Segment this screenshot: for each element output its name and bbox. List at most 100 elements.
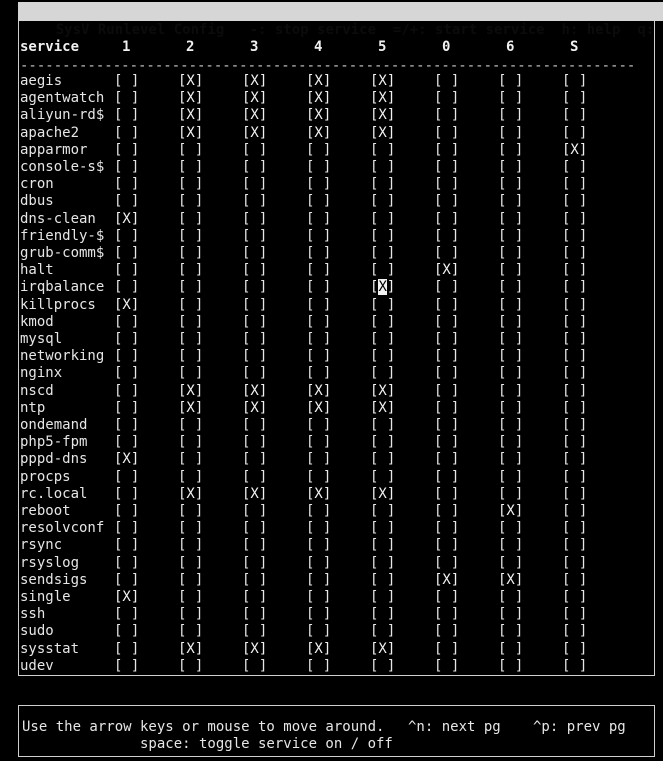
runlevel-checkbox[interactable]: [ ]	[306, 365, 331, 381]
runlevel-checkbox[interactable]: [ ]	[434, 537, 459, 553]
runlevel-checkbox[interactable]: [ ]	[178, 572, 203, 588]
service-name[interactable]: sysstat	[20, 641, 79, 657]
runlevel-checkbox[interactable]: [ ]	[178, 469, 203, 485]
runlevel-checkbox[interactable]: [ ]	[178, 658, 203, 674]
runlevel-checkbox[interactable]: [ ]	[562, 486, 587, 502]
runlevel-checkbox[interactable]: [ ]	[434, 589, 459, 605]
service-name[interactable]: rsync	[20, 537, 62, 553]
runlevel-checkbox[interactable]: [ ]	[434, 383, 459, 399]
runlevel-checkbox[interactable]: [ ]	[306, 469, 331, 485]
runlevel-checkbox[interactable]: [ ]	[562, 623, 587, 639]
runlevel-checkbox[interactable]: [ ]	[114, 245, 139, 261]
runlevel-checkbox[interactable]: [ ]	[178, 262, 203, 278]
runlevel-checkbox[interactable]: [ ]	[370, 142, 395, 158]
runlevel-checkbox[interactable]: [ ]	[242, 623, 267, 639]
runlevel-checkbox[interactable]: [ ]	[498, 211, 523, 227]
runlevel-checkbox[interactable]: [ ]	[306, 297, 331, 313]
runlevel-checkbox[interactable]: [ ]	[178, 503, 203, 519]
service-name[interactable]: console-s$	[20, 159, 104, 175]
runlevel-checkbox[interactable]: [ ]	[562, 245, 587, 261]
service-name[interactable]: nscd	[20, 383, 54, 399]
runlevel-checkbox[interactable]: [ ]	[562, 228, 587, 244]
service-name[interactable]: aliyun-rd$	[20, 107, 104, 123]
runlevel-checkbox[interactable]: [ ]	[242, 193, 267, 209]
runlevel-checkbox[interactable]: [X]	[306, 641, 331, 657]
runlevel-checkbox[interactable]: [ ]	[114, 658, 139, 674]
runlevel-checkbox[interactable]: [ ]	[370, 451, 395, 467]
runlevel-checkbox[interactable]: [ ]	[114, 90, 139, 106]
runlevel-checkbox[interactable]: [ ]	[242, 365, 267, 381]
service-name[interactable]: single	[20, 589, 71, 605]
runlevel-checkbox[interactable]: [ ]	[114, 606, 139, 622]
runlevel-checkbox[interactable]: [ ]	[370, 365, 395, 381]
runlevel-checkbox[interactable]: [ ]	[562, 520, 587, 536]
runlevel-checkbox[interactable]: [X]	[242, 107, 267, 123]
runlevel-checkbox[interactable]: [ ]	[434, 520, 459, 536]
runlevel-checkbox[interactable]: [ ]	[306, 623, 331, 639]
runlevel-checkbox[interactable]: [X]	[242, 90, 267, 106]
runlevel-checkbox[interactable]: [ ]	[434, 623, 459, 639]
runlevel-checkbox[interactable]: [X]	[498, 572, 523, 588]
runlevel-checkbox[interactable]: [ ]	[306, 176, 331, 192]
runlevel-checkbox[interactable]: [ ]	[498, 365, 523, 381]
runlevel-checkbox[interactable]: [ ]	[178, 434, 203, 450]
runlevel-checkbox[interactable]: [ ]	[498, 400, 523, 416]
runlevel-checkbox[interactable]: [ ]	[562, 193, 587, 209]
runlevel-checkbox[interactable]: [ ]	[306, 331, 331, 347]
runlevel-checkbox[interactable]: [ ]	[370, 262, 395, 278]
runlevel-checkbox[interactable]: [ ]	[434, 348, 459, 364]
runlevel-checkbox[interactable]: [X]	[178, 73, 203, 89]
runlevel-checkbox[interactable]: [ ]	[434, 211, 459, 227]
runlevel-checkbox[interactable]: [ ]	[242, 417, 267, 433]
runlevel-checkbox[interactable]: [ ]	[434, 486, 459, 502]
runlevel-checkbox[interactable]: [ ]	[178, 623, 203, 639]
runlevel-checkbox[interactable]: [ ]	[306, 434, 331, 450]
runlevel-checkbox[interactable]: [ ]	[306, 589, 331, 605]
runlevel-checkbox[interactable]: [ ]	[370, 348, 395, 364]
runlevel-checkbox[interactable]: [ ]	[562, 417, 587, 433]
runlevel-checkbox[interactable]: [ ]	[306, 537, 331, 553]
runlevel-checkbox[interactable]: [ ]	[562, 589, 587, 605]
runlevel-checkbox[interactable]: [ ]	[114, 623, 139, 639]
runlevel-checkbox[interactable]: [ ]	[370, 417, 395, 433]
runlevel-checkbox[interactable]: [X]	[434, 262, 459, 278]
runlevel-checkbox[interactable]: [ ]	[562, 159, 587, 175]
service-grid[interactable]: service 1 2 3 4 5 0 6 S -------------------------…	[0, 0, 663, 761]
runlevel-checkbox[interactable]: [ ]	[114, 572, 139, 588]
runlevel-checkbox[interactable]: [ ]	[242, 159, 267, 175]
runlevel-checkbox[interactable]: [ ]	[370, 623, 395, 639]
runlevel-checkbox[interactable]: [ ]	[178, 365, 203, 381]
runlevel-checkbox[interactable]: [ ]	[370, 314, 395, 330]
runlevel-checkbox[interactable]: [ ]	[434, 314, 459, 330]
runlevel-checkbox[interactable]: [ ]	[114, 417, 139, 433]
service-name[interactable]: apache2	[20, 125, 79, 141]
runlevel-checkbox[interactable]: [ ]	[498, 193, 523, 209]
runlevel-checkbox[interactable]: [ ]	[498, 125, 523, 141]
runlevel-checkbox[interactable]: [ ]	[498, 383, 523, 399]
runlevel-checkbox[interactable]: [ ]	[306, 503, 331, 519]
runlevel-checkbox[interactable]: [ ]	[370, 434, 395, 450]
runlevel-checkbox[interactable]: [ ]	[434, 73, 459, 89]
runlevel-checkbox[interactable]: [ ]	[562, 176, 587, 192]
runlevel-checkbox[interactable]: [ ]	[306, 262, 331, 278]
runlevel-checkbox[interactable]: [ ]	[434, 331, 459, 347]
runlevel-checkbox[interactable]: [ ]	[114, 537, 139, 553]
runlevel-checkbox[interactable]: [ ]	[370, 537, 395, 553]
service-name[interactable]: dns-clean	[20, 211, 96, 227]
runlevel-checkbox[interactable]: [ ]	[306, 228, 331, 244]
runlevel-checkbox[interactable]: [ ]	[370, 228, 395, 244]
runlevel-checkbox[interactable]: [ ]	[498, 520, 523, 536]
runlevel-checkbox[interactable]: [X]	[434, 572, 459, 588]
runlevel-checkbox[interactable]: [X]	[178, 641, 203, 657]
runlevel-checkbox[interactable]: [ ]	[306, 245, 331, 261]
service-name[interactable]: sendsigs	[20, 572, 87, 588]
runlevel-checkbox[interactable]: [ ]	[306, 520, 331, 536]
runlevel-checkbox[interactable]: [X]	[562, 142, 587, 158]
runlevel-checkbox[interactable]: [X]	[306, 107, 331, 123]
runlevel-checkbox[interactable]: [ ]	[306, 159, 331, 175]
runlevel-checkbox[interactable]: [ ]	[114, 503, 139, 519]
runlevel-checkbox[interactable]: [ ]	[178, 159, 203, 175]
runlevel-checkbox[interactable]: [ ]	[498, 331, 523, 347]
runlevel-checkbox[interactable]: [X]	[242, 125, 267, 141]
runlevel-checkbox[interactable]: [ ]	[562, 606, 587, 622]
